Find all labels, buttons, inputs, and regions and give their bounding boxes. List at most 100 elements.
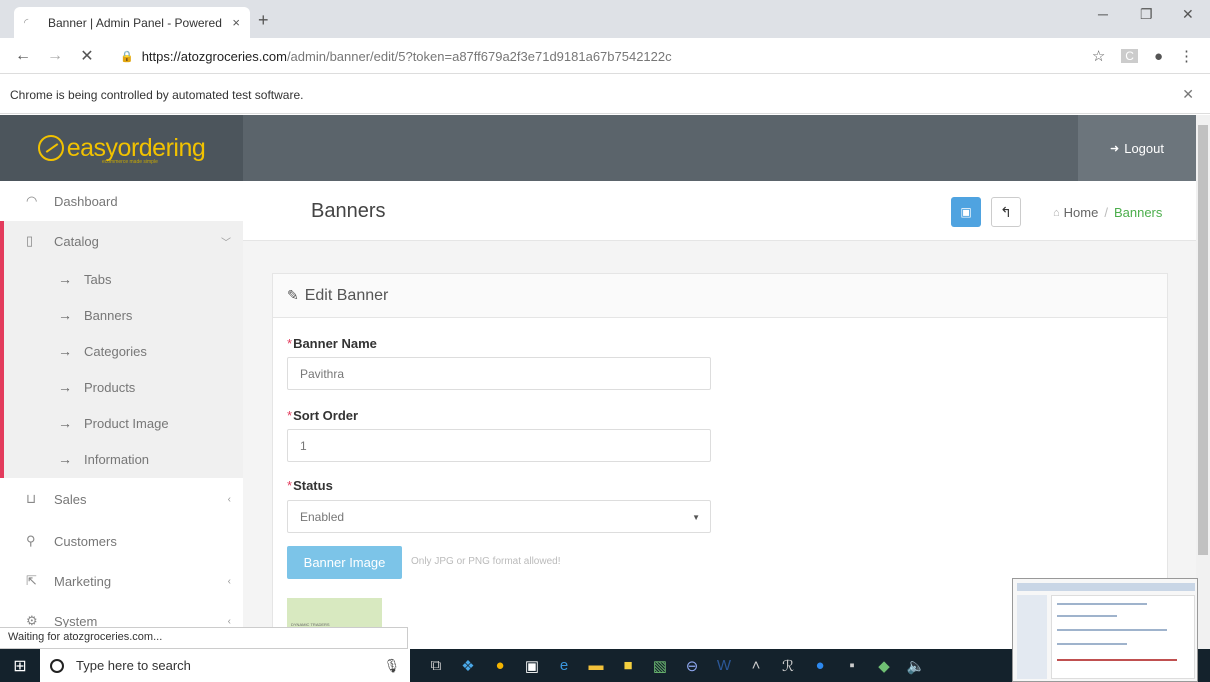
sidebar-subitem-information[interactable]: → Information: [58, 451, 149, 467]
microphone-icon[interactable]: 🎙: [383, 658, 400, 674]
banner-image-button[interactable]: Banner Image: [287, 546, 402, 579]
subitem-label: Tabs: [84, 271, 112, 287]
extension-icon[interactable]: C: [1121, 49, 1138, 63]
sidebar-item-label: Catalog: [54, 233, 99, 249]
url-field[interactable]: 🔒 https://atozgroceries.com/admin/banner…: [110, 43, 1075, 69]
label-text: Sort Order: [293, 408, 359, 423]
word-icon[interactable]: W: [708, 657, 740, 674]
sidebar-item-sales[interactable]: ⊔ Sales ‹: [0, 479, 243, 519]
catalog-section: ▯ Catalog ﹀ → Tabs → Banners → Categorie…: [0, 221, 243, 478]
sidebar-item-catalog[interactable]: ▯ Catalog ﹀: [0, 221, 243, 261]
save-button[interactable]: ▣: [951, 197, 981, 227]
label-text: Banner Name: [293, 336, 377, 351]
catalog-icon: ▯: [26, 233, 34, 248]
restore-icon[interactable]: ❐: [1140, 6, 1153, 23]
status-selected-value: Enabled: [300, 510, 345, 524]
browser-tab[interactable]: ◜ Banner | Admin Panel - Powered ×: [14, 7, 250, 38]
address-bar: ← → ✕ 🔒 https://atozgroceries.com/admin/…: [0, 38, 1210, 74]
preview-line: [1057, 603, 1147, 605]
breadcrumb-home[interactable]: Home: [1064, 205, 1099, 220]
logo-tagline: ecommerce made simple: [102, 159, 158, 165]
chrome-icon[interactable]: ●: [484, 657, 516, 674]
volume-icon[interactable]: 🔈: [900, 657, 932, 675]
sort-order-field[interactable]: 1: [287, 429, 711, 462]
back-arrow-icon[interactable]: ←: [14, 47, 32, 65]
profile-icon[interactable]: ●: [1154, 48, 1163, 65]
automation-infobar: Chrome is being controlled by automated …: [0, 75, 1210, 114]
back-button[interactable]: ↰: [991, 197, 1021, 227]
page-scrollbar[interactable]: [1196, 115, 1210, 649]
status-label: *Status: [287, 478, 333, 493]
app-icon[interactable]: ▧: [644, 657, 676, 675]
banner-name-field[interactable]: Pavithra: [287, 357, 711, 390]
banner-name-label: *Banner Name: [287, 336, 377, 351]
taskbar-window-preview[interactable]: [1012, 578, 1198, 682]
forward-arrow-icon[interactable]: →: [46, 47, 64, 65]
arrow-right-icon: →: [58, 343, 72, 359]
chevron-down-icon: ﹀: [221, 237, 231, 249]
save-icon: ▣: [960, 205, 972, 219]
sidebar-item-marketing[interactable]: ⇱ Marketing ‹: [0, 561, 243, 601]
window-close-icon[interactable]: ✕: [1182, 6, 1194, 23]
people-icon[interactable]: ℛ: [772, 657, 804, 675]
breadcrumb-separator: /: [1104, 205, 1108, 220]
required-asterisk: *: [287, 478, 293, 493]
sidebar-item-label: Dashboard: [54, 193, 118, 209]
minimize-icon[interactable]: ─: [1098, 6, 1108, 22]
sort-order-label: *Sort Order: [287, 408, 358, 423]
app-icon[interactable]: ⊖: [676, 657, 708, 675]
app-icon[interactable]: ◆: [868, 657, 900, 675]
bookmark-star-icon[interactable]: ☆: [1092, 47, 1105, 65]
browser-tab-bar: ◜ Banner | Admin Panel - Powered × + ─ ❐…: [0, 0, 1210, 38]
arrow-right-icon: →: [58, 271, 72, 287]
sidebar-item-customers[interactable]: ⚲ Customers: [0, 521, 243, 561]
page-title: Banners: [311, 200, 386, 222]
infobar-close-icon[interactable]: ✕: [1182, 86, 1194, 103]
sidebar-subitem-products[interactable]: → Products: [58, 379, 135, 395]
store-icon[interactable]: ▣: [516, 657, 548, 675]
scrollbar-thumb[interactable]: [1198, 125, 1208, 555]
task-view-icon[interactable]: ⧉: [420, 657, 452, 674]
cortana-icon: [50, 658, 64, 673]
edge-icon[interactable]: e: [548, 657, 580, 674]
sidebar-item-dashboard[interactable]: ◠ Dashboard: [0, 181, 243, 221]
tab-close-icon[interactable]: ×: [232, 15, 240, 30]
pencil-icon: ✎: [287, 287, 299, 303]
chevron-left-icon: ‹: [227, 575, 231, 587]
sidebar-subitem-categories[interactable]: → Categories: [58, 343, 147, 359]
windows-start-icon[interactable]: ⊞: [0, 649, 40, 682]
app-icon[interactable]: ❖: [452, 657, 484, 675]
sticky-notes-icon[interactable]: ■: [612, 657, 644, 674]
url-path: /admin/banner/edit/5?token=a87ff679a2f3e…: [286, 48, 672, 64]
chevron-up-icon[interactable]: ˄: [740, 657, 772, 674]
tab-title: Banner | Admin Panel - Powered: [48, 15, 222, 30]
logo-mark-icon: [37, 135, 64, 161]
breadcrumb: ⌂ Home / Banners: [1053, 205, 1162, 220]
status-select[interactable]: Enabled ▼: [287, 500, 711, 533]
required-asterisk: *: [287, 336, 293, 351]
logo-area[interactable]: easyordering ecommerce made simple: [0, 115, 243, 181]
panel-title: Edit Banner: [304, 286, 389, 304]
sidebar: ◠ Dashboard ▯ Catalog ﹀ → Tabs → Banners…: [0, 181, 243, 649]
logout-button[interactable]: ➜ Logout: [1078, 115, 1196, 181]
lock-icon: 🔒: [120, 50, 134, 63]
caret-down-icon: ▼: [692, 513, 700, 522]
menu-kebab-icon[interactable]: ⋮: [1179, 47, 1194, 65]
app-icon[interactable]: ●: [804, 657, 836, 674]
image-format-hint: Only JPG or PNG format allowed!: [411, 556, 561, 567]
sidebar-subitem-banners[interactable]: → Banners: [58, 307, 132, 323]
logout-label: Logout: [1124, 140, 1164, 156]
taskbar-search[interactable]: Type here to search 🎙: [40, 649, 410, 682]
sidebar-subitem-product-image[interactable]: → Product Image: [58, 415, 169, 431]
sidebar-subitem-tabs[interactable]: → Tabs: [58, 271, 111, 287]
status-bar: Waiting for atozgroceries.com...: [0, 627, 408, 649]
app-icon[interactable]: ▪: [836, 657, 868, 674]
panel-heading: ✎ Edit Banner: [273, 274, 1167, 318]
file-explorer-icon[interactable]: ▬: [580, 657, 612, 674]
arrow-right-icon: →: [58, 415, 72, 431]
subitem-label: Products: [84, 379, 136, 395]
new-tab-button[interactable]: +: [258, 10, 269, 31]
stop-loading-icon[interactable]: ✕: [78, 46, 96, 66]
breadcrumb-current[interactable]: Banners: [1114, 205, 1162, 220]
preview-line: [1057, 615, 1117, 617]
